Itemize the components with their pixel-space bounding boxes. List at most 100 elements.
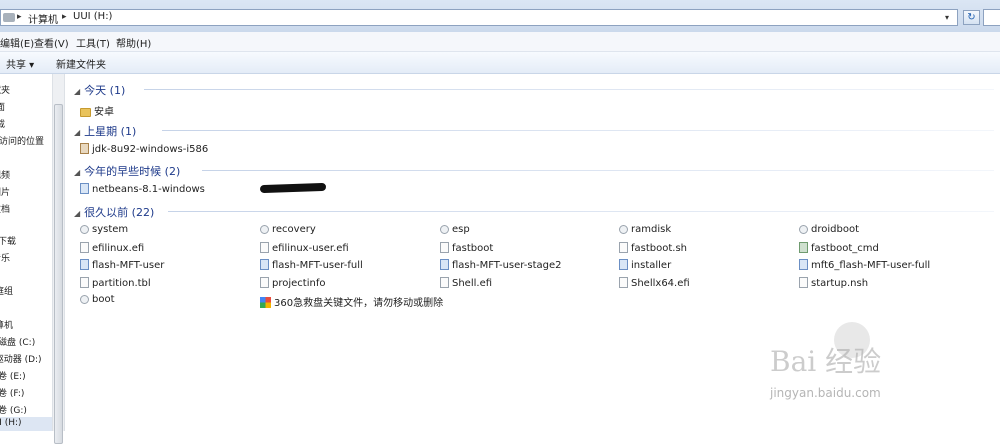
breadcrumb-drive[interactable]: UUI (H:) [73, 11, 112, 22]
file-item[interactable]: projectinfo [260, 276, 326, 291]
file-item[interactable]: 360急救盘关键文件，请勿移动或删除 [260, 294, 443, 309]
menu-tools[interactable]: 工具(T) [76, 35, 110, 50]
nav-thunder-downloads[interactable]: 迅雷下载 [0, 234, 16, 247]
nav-videos[interactable]: 视频 [0, 168, 10, 181]
nav-computer[interactable]: 计算机 [0, 318, 13, 331]
file-item[interactable]: Shellx64.efi [619, 276, 690, 291]
file-file-icon [619, 276, 628, 288]
file-item[interactable]: fastboot_cmd [799, 241, 879, 256]
nav-pictures[interactable]: 图片 [0, 185, 10, 198]
file-item[interactable]: netbeans-8.1-windows [80, 183, 205, 197]
exe-file-icon [80, 259, 89, 270]
nav-scrollbar[interactable] [52, 74, 65, 444]
share-button[interactable]: 共享 ▾ [6, 56, 34, 71]
breadcrumb-separator[interactable]: ▸ [62, 12, 67, 22]
collapse-icon[interactable]: ◢ [74, 209, 80, 218]
nav-documents[interactable]: 文档 [0, 202, 10, 215]
group-title: 今天 (1) [84, 84, 126, 97]
file-item[interactable]: flash-MFT-user-stage2 [440, 259, 562, 273]
file-file-icon [80, 241, 89, 253]
exe-file-icon [440, 259, 449, 270]
file-item[interactable]: 安卓 [80, 103, 114, 118]
nav-drive-h[interactable]: UUI (H:) [0, 418, 22, 428]
file-item[interactable]: ramdisk [619, 224, 671, 238]
menu-view[interactable]: 查看(V) [34, 35, 69, 50]
folder-file-icon [80, 108, 91, 117]
new-folder-button[interactable]: 新建文件夹 [56, 56, 106, 71]
file-item[interactable]: installer [619, 259, 671, 273]
efi-file-icon [799, 225, 808, 234]
refresh-button[interactable]: ↻ [963, 10, 980, 25]
nav-desktop[interactable]: 面 [0, 100, 5, 113]
watermark-url: jingyan.baidu.com [770, 386, 881, 400]
file-item[interactable]: fastboot [440, 241, 493, 256]
menu-edit[interactable]: 编辑(E) [0, 35, 34, 50]
nav-recent-places[interactable]: 近访问的位置 [0, 134, 44, 147]
file-item[interactable]: droidboot [799, 224, 859, 238]
group-header[interactable]: ◢ 今年的早些时候 (2) [74, 163, 180, 179]
efi-file-icon [260, 225, 269, 234]
file-item[interactable]: fastboot.sh [619, 241, 687, 256]
file-file-icon [260, 241, 269, 253]
navigation-pane: 藏夹 面 载 近访问的位置 视频 图片 文档 迅雷下载 音乐 家庭组 计算机 本… [0, 74, 52, 431]
java-file-icon [80, 143, 89, 154]
file-name: ramdisk [631, 224, 672, 235]
nav-selected-row[interactable]: UUI (H:) [0, 417, 52, 431]
nav-downloads[interactable]: 载 [0, 117, 5, 130]
file-item[interactable]: esp [440, 224, 470, 238]
address-dropdown-icon[interactable]: ▾ [945, 13, 949, 22]
collapse-icon[interactable]: ◢ [74, 168, 80, 177]
exe-file-icon [260, 259, 269, 270]
group-title: 上星期 (1) [84, 125, 137, 138]
file-name: 安卓 [94, 107, 114, 118]
file-item[interactable]: system [80, 224, 128, 238]
nav-favorites[interactable]: 藏夹 [0, 83, 10, 96]
efi-file-icon [440, 225, 449, 234]
search-input[interactable] [983, 9, 1000, 26]
file-item[interactable]: jdk-8u92-windows-i586 [80, 143, 208, 157]
file-item[interactable]: efilinux.efi [80, 241, 145, 256]
file-name: boot [92, 294, 115, 305]
nav-music[interactable]: 音乐 [0, 251, 10, 264]
exe-file-icon [80, 183, 89, 194]
file-item[interactable]: recovery [260, 224, 316, 238]
breadcrumb-separator[interactable]: ▸ [17, 12, 22, 22]
collapse-icon[interactable]: ◢ [74, 128, 80, 137]
warn-file-icon [260, 297, 271, 308]
file-file-icon [260, 276, 269, 288]
breadcrumb-computer[interactable]: 计算机 [28, 11, 58, 26]
group-header[interactable]: ◢ 上星期 (1) [74, 123, 136, 139]
file-item[interactable]: flash-MFT-user [80, 259, 164, 273]
file-item[interactable]: Shell.efi [440, 276, 493, 291]
file-file-icon [80, 276, 89, 288]
file-item[interactable]: startup.nsh [799, 276, 868, 291]
address-box[interactable]: ▸ 计算机 ▸ UUI (H:) ▾ [0, 9, 958, 26]
file-name: Shell.efi [452, 277, 493, 289]
efi-file-icon [80, 225, 89, 234]
nav-drive-g[interactable]: 本地卷 (G:) [0, 403, 27, 416]
efi-file-icon [80, 295, 89, 304]
nav-homegroup[interactable]: 家庭组 [0, 284, 13, 297]
img-file-icon [799, 241, 808, 253]
nav-drive-d[interactable]: DVD 驱动器 (D:) [0, 352, 42, 365]
file-item[interactable]: mft6_flash-MFT-user-full [799, 259, 930, 273]
file-item[interactable]: boot [80, 294, 115, 308]
group-header[interactable]: ◢ 很久以前 (22) [74, 204, 154, 220]
collapse-icon[interactable]: ◢ [74, 87, 80, 96]
menu-help[interactable]: 帮助(H) [116, 35, 151, 50]
file-item[interactable]: partition.tbl [80, 276, 151, 291]
group-header[interactable]: ◢ 今天 (1) [74, 82, 125, 98]
file-name: flash-MFT-user-stage2 [452, 260, 562, 271]
nav-drive-f[interactable]: 本地卷 (F:) [0, 386, 24, 399]
file-name: recovery [272, 224, 316, 235]
scrollbar-thumb[interactable] [54, 104, 63, 444]
menu-bar: 编辑(E) 查看(V) 工具(T) 帮助(H) [0, 32, 1000, 52]
nav-drive-e[interactable]: 本地卷 (E:) [0, 369, 26, 382]
file-item[interactable]: flash-MFT-user-full [260, 259, 363, 273]
file-name: projectinfo [272, 277, 326, 289]
file-name: efilinux.efi [92, 242, 145, 254]
nav-drive-c[interactable]: 本地磁盘 (C:) [0, 335, 35, 348]
file-item[interactable]: efilinux-user.efi [260, 241, 349, 256]
group-title: 很久以前 (22) [84, 206, 155, 219]
file-name: fastboot_cmd [811, 242, 879, 254]
